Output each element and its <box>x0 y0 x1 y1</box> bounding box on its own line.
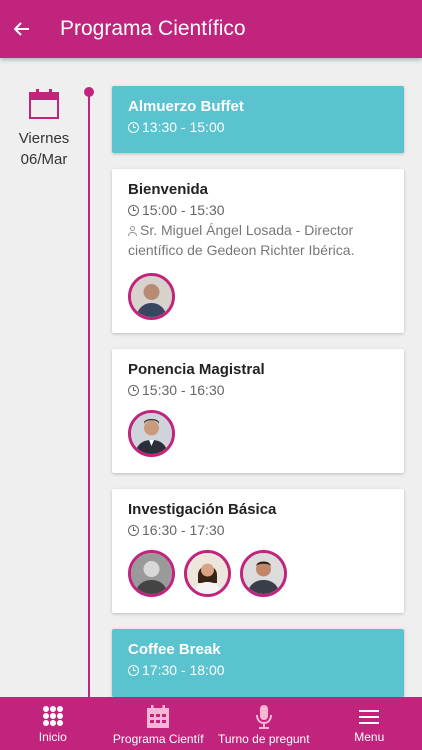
clock-icon <box>128 384 139 396</box>
app-header: Programa Científico <box>0 0 422 58</box>
grid-icon <box>42 706 63 726</box>
session-time: 13:30 - 15:00 <box>128 117 388 137</box>
bottom-tab-bar: Inicio Programa Científ Turno de pregunt… <box>0 697 422 750</box>
session-time: 15:00 - 15:30 <box>128 200 388 220</box>
calendar-icon <box>147 705 170 728</box>
tab-label: Turno de pregunt <box>217 732 310 746</box>
session-card[interactable]: Ponencia Magistral 15:30 - 16:30 <box>112 349 404 473</box>
session-time-text: 15:30 - 16:30 <box>142 382 225 398</box>
session-speaker: Sr. Miguel Ángel Losada - Director cient… <box>128 220 388 260</box>
timeline-line <box>88 92 90 702</box>
day-weekday: Viernes <box>18 130 70 147</box>
session-title: Coffee Break <box>128 641 221 658</box>
tab-turno-preguntas[interactable]: Turno de pregunt <box>211 697 317 750</box>
session-card[interactable]: Bienvenida 15:00 - 15:30 Sr. Miguel Ánge… <box>112 169 404 333</box>
clock-icon <box>128 664 139 676</box>
speaker-avatar[interactable] <box>240 550 287 597</box>
clock-icon <box>128 204 139 216</box>
session-time-text: 13:30 - 15:00 <box>142 119 225 135</box>
clock-icon <box>128 121 139 133</box>
session-time-text: 16:30 - 17:30 <box>142 522 225 538</box>
day-selector[interactable]: Viernes 06/Mar <box>0 88 88 170</box>
speaker-avatar[interactable] <box>128 273 175 320</box>
microphone-icon <box>255 705 272 729</box>
arrow-left-icon <box>14 22 29 36</box>
hamburger-menu-icon <box>359 710 380 724</box>
person-icon <box>128 226 137 236</box>
tab-label: Programa Científ <box>112 732 204 746</box>
tab-menu[interactable]: Menu <box>317 697 422 750</box>
tab-label: Inicio <box>38 730 67 744</box>
speaker-avatar[interactable] <box>184 550 231 597</box>
session-time: 15:30 - 16:30 <box>128 380 388 400</box>
page-title: Programa Científico <box>60 17 246 40</box>
session-card[interactable]: Coffee Break 17:30 - 18:00 <box>112 629 404 697</box>
clock-icon <box>128 524 139 536</box>
day-date: 06/Mar <box>20 151 68 168</box>
tab-programa[interactable]: Programa Científ <box>106 697 212 750</box>
session-time-text: 15:00 - 15:30 <box>142 202 225 218</box>
session-title: Ponencia Magistral <box>128 361 265 378</box>
calendar-icon <box>29 89 59 119</box>
session-title: Investigación Básica <box>128 501 277 518</box>
session-time: 17:30 - 18:00 <box>128 660 388 680</box>
timeline-dot <box>84 87 94 97</box>
speaker-text: Sr. Miguel Ángel Losada - Director cient… <box>128 222 355 258</box>
back-button[interactable] <box>0 0 44 58</box>
session-time-text: 17:30 - 18:00 <box>142 662 225 678</box>
speaker-avatar[interactable] <box>128 410 175 457</box>
session-time: 16:30 - 17:30 <box>128 520 388 540</box>
session-title: Almuerzo Buffet <box>128 98 244 115</box>
tab-inicio[interactable]: Inicio <box>0 697 106 750</box>
session-title: Bienvenida <box>128 181 209 198</box>
session-card[interactable]: Investigación Básica 16:30 - 17:30 <box>112 489 404 613</box>
session-card[interactable]: Almuerzo Buffet 13:30 - 15:00 <box>112 86 404 153</box>
tab-label: Menu <box>354 730 385 744</box>
speaker-avatar[interactable] <box>128 550 175 597</box>
